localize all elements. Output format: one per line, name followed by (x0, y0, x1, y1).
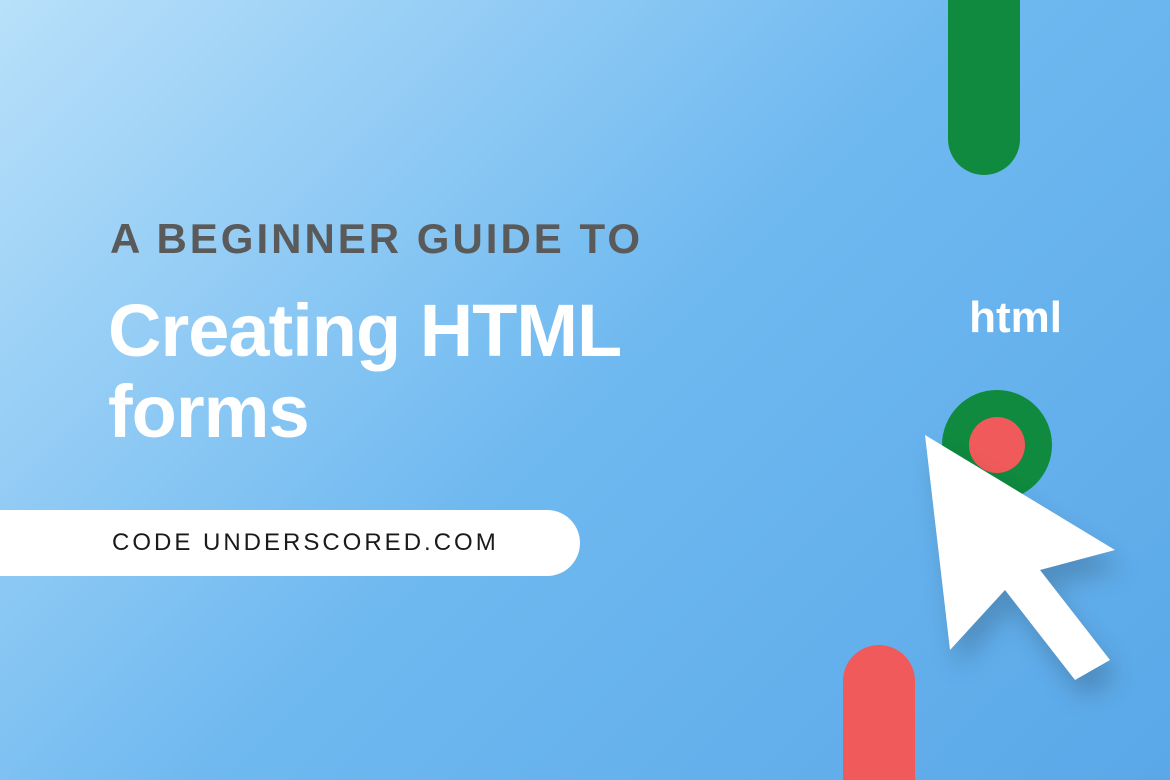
source-pill: CODE UNDERSCORED.COM (0, 510, 580, 576)
main-title: Creating HTML forms (108, 290, 621, 453)
blog-hero-graphic: A BEGINNER GUIDE TO Creating HTML forms … (0, 0, 1170, 780)
title-line-1: Creating HTML (108, 289, 621, 372)
cursor-arrow-icon (885, 405, 1165, 685)
source-text: CODE UNDERSCORED.COM (112, 529, 499, 557)
pretitle-text: A BEGINNER GUIDE TO (110, 215, 643, 263)
decorative-green-bar (948, 0, 1020, 175)
html-label: html (969, 293, 1062, 343)
title-line-2: forms (108, 370, 309, 453)
